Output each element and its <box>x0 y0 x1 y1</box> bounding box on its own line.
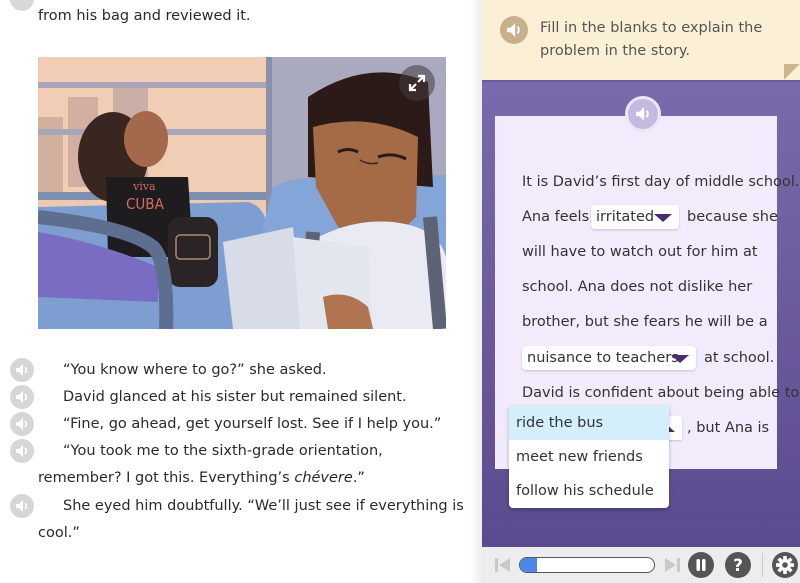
speaker-icon <box>16 500 28 512</box>
speaker-icon <box>636 107 649 121</box>
pause-icon <box>696 559 706 571</box>
dropdown-option[interactable]: follow his schedule <box>509 474 669 508</box>
caret-down-icon <box>671 355 689 363</box>
paragraph-audio-button[interactable] <box>10 494 34 518</box>
skip-previous-icon[interactable] <box>494 556 512 574</box>
page-fold-corner <box>784 64 800 80</box>
dropdown-value: irritated <box>596 209 655 225</box>
feeling-dropdown[interactable]: irritated <box>591 205 679 229</box>
prompt-audio-button[interactable] <box>500 16 528 44</box>
illustration-art: viva CUBA <box>38 57 446 329</box>
shirt-text-cuba: CUBA <box>126 195 165 213</box>
story-paragraph-continued: remember? I got this. Everything’s chéve… <box>38 468 365 488</box>
pause-button[interactable] <box>688 552 714 578</box>
story-pane: from his bag and reviewed it. viva CUBA … <box>0 0 470 583</box>
expand-arrows-icon <box>408 74 426 92</box>
activity-area: It is David’s first day of middle school… <box>482 80 800 547</box>
text-span: .” <box>352 470 365 486</box>
prompt-text: Fill in the blanks to explain the proble… <box>540 20 763 59</box>
skip-next-icon[interactable] <box>663 556 681 574</box>
bottom-toolbar: ? <box>482 547 800 583</box>
paragraph-audio-button[interactable] <box>10 412 34 436</box>
story-paragraph: David glanced at his sister but remained… <box>63 389 407 405</box>
caret-down-icon <box>654 214 672 222</box>
instruction-prompt: Fill in the blanks to explain the proble… <box>482 0 800 80</box>
cloze-line: school. Ana does not dislike her <box>522 279 753 295</box>
expand-image-button[interactable] <box>399 65 435 101</box>
speaker-icon <box>507 23 520 37</box>
cloze-line: will have to watch out for him at <box>522 244 758 260</box>
paragraph-audio-button[interactable] <box>10 358 34 382</box>
text-span: remember? I got this. Everything’s <box>38 470 295 486</box>
speaker-icon <box>16 391 28 403</box>
svg-text:?: ? <box>733 556 743 576</box>
gear-icon <box>776 556 794 574</box>
progress-bar[interactable] <box>519 557 655 573</box>
story-paragraph-continued: cool.” <box>38 525 80 541</box>
question-mark-icon: ? <box>733 556 743 576</box>
cloze-line: brother, but she fears he will be a <box>522 314 768 330</box>
cloze-line: Ana feels <box>522 209 590 225</box>
speaker-icon <box>16 364 28 376</box>
cloze-line: David is confident about being able to <box>522 385 800 401</box>
story-paragraph: “You took me to the sixth-grade orientat… <box>63 443 383 459</box>
shirt-text-viva: viva <box>132 180 156 193</box>
story-paragraph: “You know where to go?” she asked. <box>63 362 327 378</box>
cloze-line: , but Ana is <box>687 420 770 436</box>
story-illustration: viva CUBA <box>38 57 446 329</box>
cloze-line: at school. <box>704 350 775 366</box>
settings-button[interactable] <box>772 552 798 578</box>
cloze-audio-button[interactable] <box>625 96 661 132</box>
cloze-line: because she <box>687 209 778 225</box>
activity-panel: Fill in the blanks to explain the proble… <box>482 0 800 583</box>
pane-divider <box>470 0 482 583</box>
dropdown-option[interactable]: meet new friends <box>509 440 669 474</box>
story-text-line: from his bag and reviewed it. <box>38 8 251 24</box>
italic-word: chévere <box>294 470 353 486</box>
story-paragraph: “Fine, go ahead, get yourself lost. See … <box>63 416 442 432</box>
toolbar-separator <box>762 553 763 577</box>
story-paragraph: She eyed him doubtfully. “We’ll just see… <box>63 498 464 514</box>
nuisance-dropdown[interactable]: nuisance to teachers <box>522 346 696 370</box>
progress-fill <box>520 558 538 572</box>
paragraph-audio-button[interactable] <box>10 0 34 11</box>
cloze-line: It is David’s first day of middle school… <box>522 174 800 190</box>
paragraph-audio-button[interactable] <box>10 439 34 463</box>
dropdown-option[interactable]: ride the bus <box>509 406 669 440</box>
speaker-icon <box>16 445 28 457</box>
help-button[interactable]: ? <box>725 552 751 578</box>
dropdown-menu: ride the bus meet new friends follow his… <box>509 406 669 508</box>
speaker-icon <box>16 418 28 430</box>
dropdown-value: nuisance to teachers <box>527 350 679 366</box>
paragraph-audio-button[interactable] <box>10 385 34 409</box>
